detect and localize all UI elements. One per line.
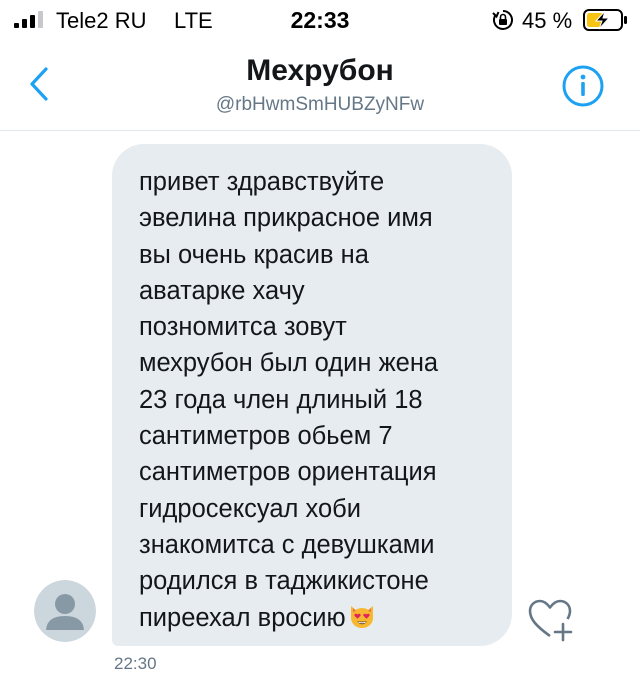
message-line: родился в таджикистоне — [139, 567, 429, 596]
message-line: мехрубон был один жена — [139, 349, 439, 378]
message-line: аватарке хачу — [139, 276, 305, 305]
message-timestamp: 22:30 — [114, 654, 157, 673]
message-bubble[interactable]: привет здравствуйте эвелина прикрасное и… — [112, 144, 512, 646]
message-line: привет здравствуйте — [139, 168, 385, 196]
message-line: гидросексуал хоби — [139, 494, 362, 523]
status-bar: Tele2 RU LTE 22:33 45 % — [0, 0, 640, 44]
battery-percentage: 45 % — [522, 8, 573, 33]
message-line-text: пиреехал вросию — [139, 603, 346, 632]
message-line: сантиметров обьем 7 — [139, 422, 393, 451]
message-line: сантиметров ориентация — [139, 458, 437, 487]
conversation-header: Мехрубон @rbHwmSmHUBZyNFw — [0, 44, 640, 131]
message-line: эвелина прикрасное имя — [139, 204, 433, 233]
message-last-line: пиреехал вросию — [139, 600, 492, 636]
message-line: 23 года член длиный 18 — [139, 385, 423, 414]
message-line: знакомитса с девушками — [139, 530, 435, 559]
orientation-lock-icon — [492, 10, 513, 30]
battery-charging-icon — [583, 9, 627, 31]
smiling-cat-heart-eyes-emoji — [350, 605, 373, 628]
message-line: вы очень красив на — [139, 240, 369, 269]
contact-handle: @rbHwmSmHUBZyNFw — [215, 94, 425, 115]
message-line: позномитса зовут — [139, 313, 347, 342]
contact-name: Мехрубон — [246, 54, 394, 87]
add-reaction-heart-icon[interactable] — [526, 598, 576, 642]
info-icon[interactable] — [561, 64, 605, 108]
avatar[interactable] — [34, 580, 96, 642]
